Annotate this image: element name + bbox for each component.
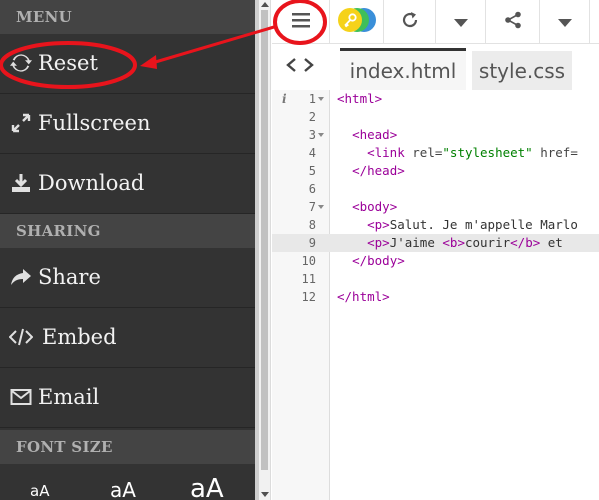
line-number: 1 [308,92,316,106]
envelope-icon [9,368,33,426]
menu-heading: MENU [0,0,255,34]
chevron-right-icon[interactable] [302,57,316,77]
code-line[interactable]: </html> [337,288,390,306]
share-dropdown-button[interactable] [540,0,590,43]
email-button[interactable]: Email [0,368,255,428]
line-number: 9 [308,236,316,250]
line-number: 10 [301,254,316,268]
line-number: 2 [308,110,316,124]
code-line[interactable]: <head> [337,126,397,144]
fullscreen-button[interactable]: Fullscreen [0,94,255,154]
share-nodes-icon [504,11,522,33]
font-size-heading: FONT SIZE [0,430,255,464]
line-number: 12 [301,290,316,304]
expand-icon [9,94,33,152]
fold-toggle-icon[interactable] [318,205,324,209]
key-button[interactable] [330,0,384,43]
share-button[interactable]: Share [0,248,255,308]
code-line[interactable]: <p>J'aime <b>courir</b> et [337,234,570,252]
code-line[interactable]: <p>Salut. Je m'appelle Marlo [337,216,578,234]
fold-toggle-icon[interactable] [318,133,324,137]
fullscreen-label: Fullscreen [38,111,151,135]
reset-label: Reset [38,51,98,75]
refresh-button[interactable] [384,0,436,43]
sidebar-scrollbar[interactable] [259,0,271,500]
email-label: Email [38,385,100,409]
refresh-icon [401,11,419,33]
caret-down-icon [453,12,468,31]
line-number: 4 [308,146,316,160]
line-number: 5 [308,164,316,178]
code-line[interactable]: <body> [337,198,397,216]
code-line[interactable]: <link rel="stylesheet" href= [337,144,578,162]
download-label: Download [38,171,145,195]
tab-style-css[interactable]: style.css [472,51,572,90]
scroll-up-arrow[interactable] [261,2,269,7]
scroll-down-arrow[interactable] [261,492,269,497]
embed-button[interactable]: Embed [0,308,255,368]
font-size-small[interactable]: aA [30,482,49,500]
share-arrow-icon [9,248,33,306]
embed-label: Embed [42,325,117,349]
line-number: 3 [308,128,316,142]
reset-button[interactable]: Reset [0,34,255,94]
share-label: Share [38,265,101,289]
chevron-left-icon[interactable] [284,57,298,77]
line-number: 7 [308,200,316,214]
sharing-heading: SHARING [0,214,255,248]
menu-button[interactable] [272,0,330,43]
download-button[interactable]: Download [0,154,255,214]
code-line[interactable]: </head> [337,162,405,180]
font-size-large[interactable]: aA [190,474,224,500]
line-number: 6 [308,182,316,196]
key-icon [336,6,378,38]
caret-down-icon [557,12,572,31]
share-button[interactable] [486,0,540,43]
menu-icon [291,12,311,32]
line-number: 8 [308,218,316,232]
code-icon [9,308,33,366]
line-number: 11 [301,272,316,286]
font-size-medium[interactable]: aA [110,478,136,500]
code-line[interactable]: </body> [337,252,405,270]
scrollbar-thumb[interactable] [261,10,268,470]
sidebar-menu: MENU Reset Fullscreen Download SHARING S… [0,0,255,500]
fold-toggle-icon[interactable] [318,97,324,101]
download-icon [9,154,33,212]
dropdown-button[interactable] [436,0,486,43]
tab-navigation [272,44,328,90]
editor-toolbar [272,0,599,44]
file-tabs: index.html style.css [272,44,599,90]
font-size-options: aA aA aA [0,466,255,500]
tab-index-html[interactable]: index.html [340,48,466,90]
code-line[interactable]: <html> [337,90,382,108]
refresh-icon [9,34,33,92]
